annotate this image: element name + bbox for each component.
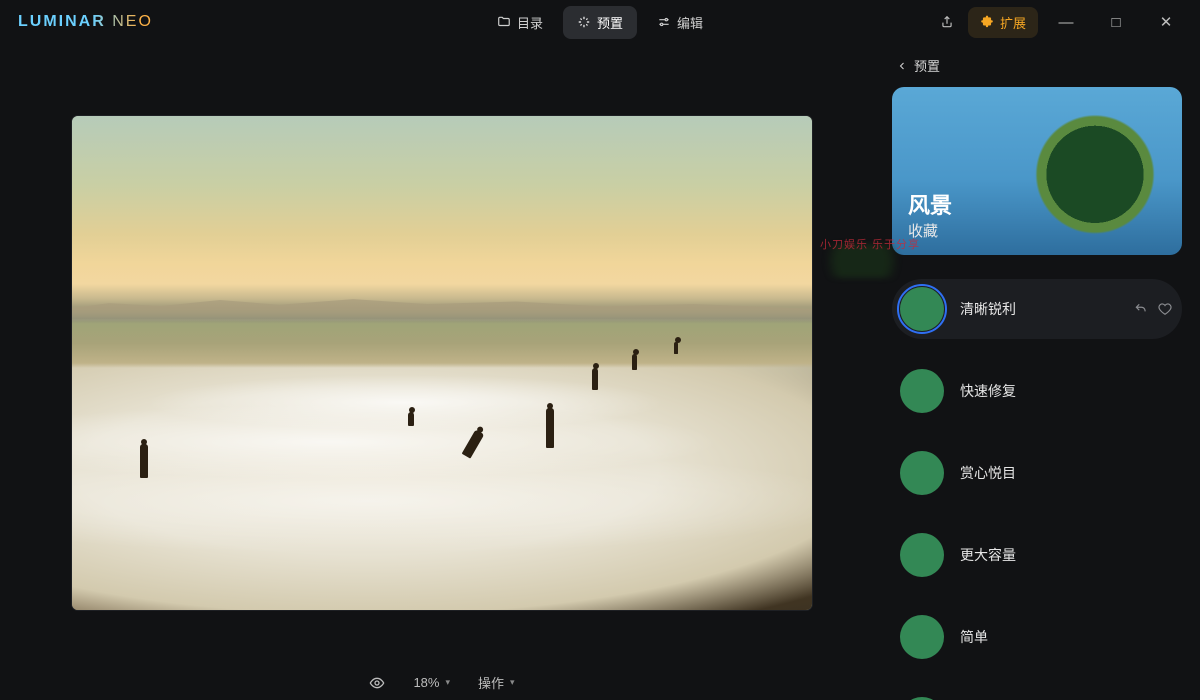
tab-label: 预置 <box>597 13 623 32</box>
chevron-down-icon: ▾ <box>445 677 450 688</box>
preset-name: 清晰锐利 <box>960 299 1118 319</box>
canvas-pane: 18% ▾ 操作 ▾ <box>0 44 884 700</box>
mode-tabs: 目录 预置 编辑 <box>483 6 717 39</box>
chevron-down-icon: ▾ <box>510 677 515 688</box>
preset-item[interactable]: 晴朗天空 <box>892 689 1182 700</box>
window-minimize[interactable]: — <box>1044 6 1088 38</box>
preview-image <box>72 116 812 610</box>
presets-back[interactable]: 预置 <box>896 56 1182 75</box>
preset-actions <box>1134 302 1172 316</box>
actions-dropdown[interactable]: 操作 ▾ <box>478 673 515 692</box>
zoom-dropdown[interactable]: 18% ▾ <box>413 675 450 690</box>
eye-icon <box>369 675 385 691</box>
window-close[interactable]: ✕ <box>1144 6 1188 38</box>
extensions-button[interactable]: 扩展 <box>968 7 1038 38</box>
chevron-left-icon <box>896 60 908 72</box>
image-canvas[interactable] <box>72 116 812 610</box>
heart-icon[interactable] <box>1158 302 1172 316</box>
preset-thumb <box>900 451 944 495</box>
undo-icon[interactable] <box>1134 302 1148 316</box>
compare-button[interactable] <box>369 675 385 691</box>
preset-thumb <box>900 287 944 331</box>
sliders-icon <box>657 15 671 29</box>
titlebar: LUMINAR NEO 目录 预置 编辑 扩展 — □ ✕ <box>0 0 1200 44</box>
titlebar-right: 扩展 — □ ✕ <box>932 6 1188 38</box>
share-button[interactable] <box>932 9 962 35</box>
preset-thumb <box>900 615 944 659</box>
tab-edit[interactable]: 编辑 <box>643 6 717 39</box>
preset-item[interactable]: 清晰锐利 <box>892 279 1182 339</box>
collection-label: 风景 收藏 <box>908 188 952 241</box>
panel-title: 预置 <box>914 56 940 75</box>
preset-item[interactable]: 简单 <box>892 607 1182 667</box>
preset-name: 赏心悦目 <box>960 463 1172 483</box>
tab-catalog[interactable]: 目录 <box>483 6 557 39</box>
tab-presets[interactable]: 预置 <box>563 6 637 39</box>
canvas-toolbar: 18% ▾ 操作 ▾ <box>0 673 884 692</box>
preset-list: 清晰锐利 快速修复 赏心悦目 更大容量 简单 <box>892 279 1182 700</box>
extensions-label: 扩展 <box>1000 13 1026 32</box>
preset-name: 快速修复 <box>960 381 1172 401</box>
tab-label: 编辑 <box>677 13 703 32</box>
preset-name: 简单 <box>960 627 1172 647</box>
collection-subtitle: 收藏 <box>908 220 952 241</box>
share-icon <box>940 15 954 29</box>
preset-item[interactable]: 更大容量 <box>892 525 1182 585</box>
main-area: 18% ▾ 操作 ▾ 预置 风景 收藏 清晰锐利 <box>0 44 1200 700</box>
preset-item[interactable]: 赏心悦目 <box>892 443 1182 503</box>
preset-thumb <box>900 369 944 413</box>
collection-title: 风景 <box>908 188 952 220</box>
collection-card[interactable]: 风景 收藏 <box>892 87 1182 255</box>
preset-thumb <box>900 533 944 577</box>
presets-panel: 预置 风景 收藏 清晰锐利 快速修复 赏心悦 <box>884 44 1200 700</box>
sparkle-icon <box>577 15 591 29</box>
preset-item[interactable]: 快速修复 <box>892 361 1182 421</box>
puzzle-icon <box>980 15 994 29</box>
tab-label: 目录 <box>517 13 543 32</box>
app-logo: LUMINAR NEO <box>18 13 153 31</box>
window-maximize[interactable]: □ <box>1094 6 1138 38</box>
folder-icon <box>497 15 511 29</box>
actions-label: 操作 <box>478 673 504 692</box>
preset-name: 更大容量 <box>960 545 1172 565</box>
zoom-value: 18% <box>413 675 439 690</box>
